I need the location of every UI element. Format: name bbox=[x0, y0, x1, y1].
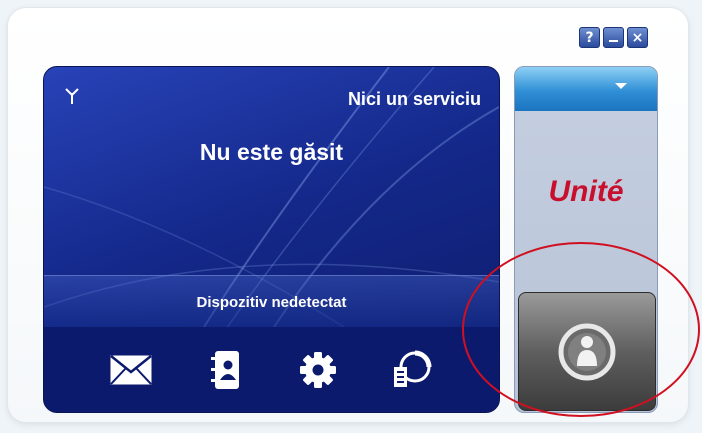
side-panel: Unité bbox=[514, 66, 658, 413]
minimize-button[interactable] bbox=[603, 27, 624, 48]
menu-dropdown[interactable] bbox=[515, 67, 657, 111]
chevron-down-icon bbox=[615, 83, 627, 89]
status-panel: Nici un serviciu Nu este găsit Dispoziti… bbox=[43, 66, 500, 413]
brand-logo: Unité bbox=[548, 175, 624, 208]
messages-button[interactable] bbox=[105, 344, 157, 396]
help-button[interactable]: ? bbox=[579, 27, 600, 48]
window-controls: ? × bbox=[579, 27, 648, 48]
envelope-icon bbox=[109, 354, 153, 385]
device-status-band: Dispozitiv nedetectat bbox=[44, 275, 499, 328]
settings-gear-icon bbox=[300, 351, 337, 388]
close-button[interactable]: × bbox=[627, 27, 648, 48]
service-status: Nici un serviciu bbox=[347, 89, 481, 109]
network-status: Nu este găsit bbox=[199, 139, 344, 165]
settings-button[interactable] bbox=[292, 344, 344, 396]
contacts-button[interactable] bbox=[199, 344, 251, 396]
contacts-icon bbox=[210, 350, 239, 389]
signal-antenna-icon bbox=[65, 88, 79, 104]
device-status: Dispozitiv nedetectat bbox=[196, 293, 347, 311]
connection-log-icon bbox=[394, 350, 432, 387]
person-icon bbox=[558, 323, 616, 380]
connection-log-button[interactable] bbox=[386, 344, 438, 396]
connect-button[interactable] bbox=[518, 292, 656, 411]
minimize-icon bbox=[609, 40, 618, 42]
toolbar bbox=[44, 327, 499, 412]
